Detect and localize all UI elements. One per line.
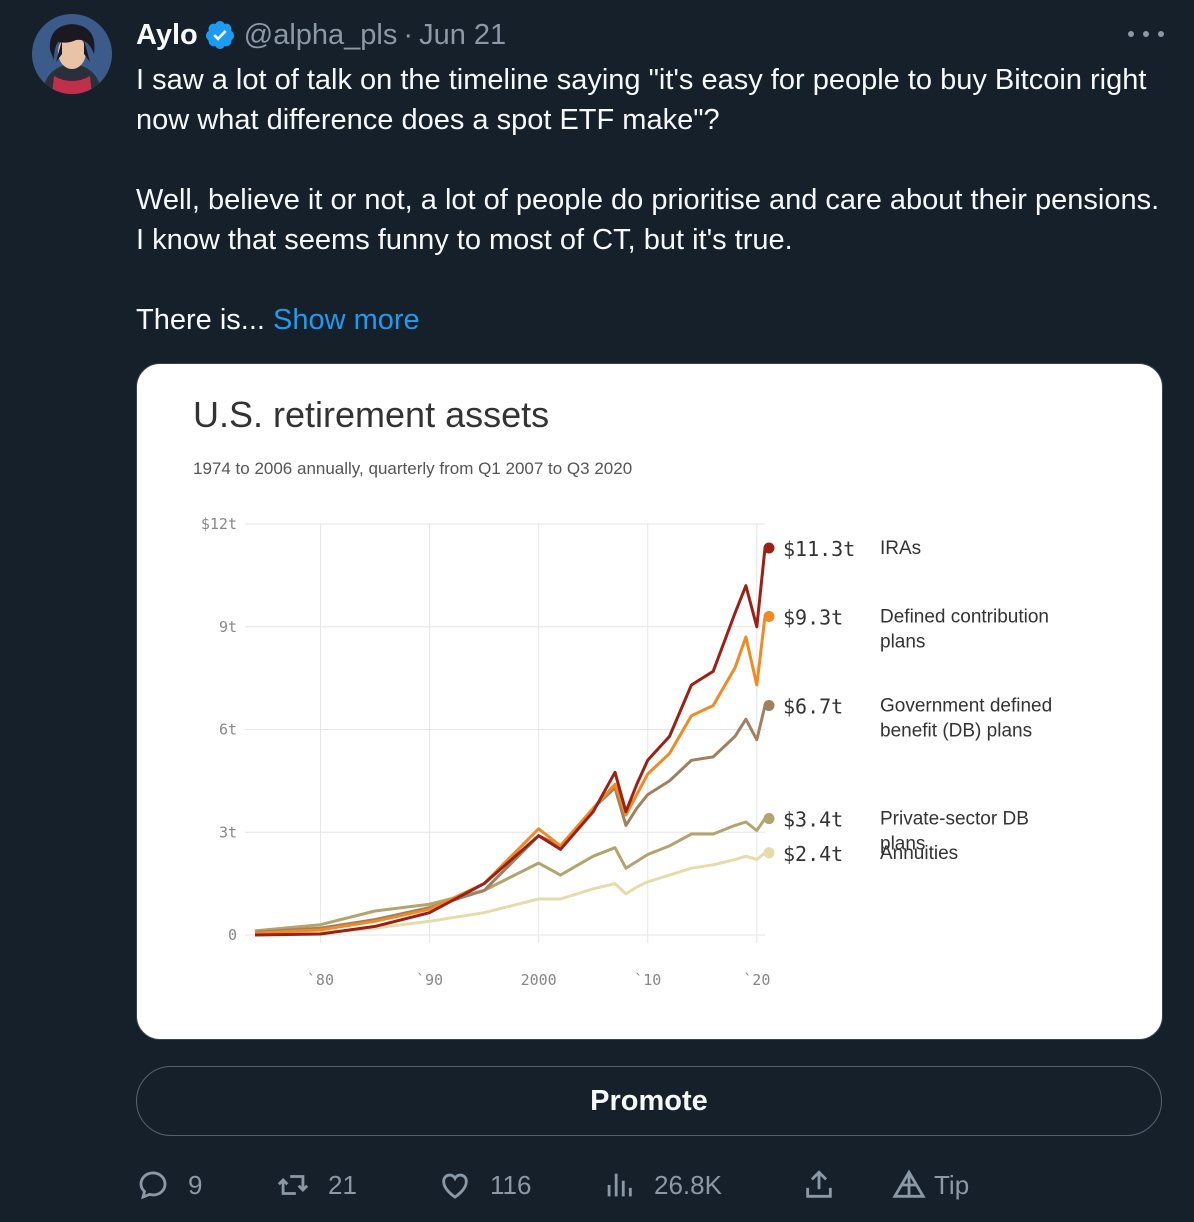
series-line — [254, 705, 767, 934]
y-tick-label: 3t — [219, 823, 237, 841]
promote-button[interactable]: Promote — [136, 1066, 1162, 1136]
tip-label: Tip — [934, 1169, 970, 1200]
show-more-link[interactable]: Show more — [273, 304, 420, 336]
series-end-value: $6.7t — [783, 695, 843, 719]
tip-button[interactable]: Tip — [892, 1160, 969, 1210]
share-button[interactable] — [802, 1160, 836, 1210]
series-end-marker — [763, 813, 775, 825]
series-end-marker — [763, 700, 775, 712]
author-avatar[interactable] — [32, 14, 112, 94]
view-count: 26.8K — [654, 1169, 722, 1200]
series-name-label: Private-sector DB — [880, 809, 1029, 830]
views-button[interactable]: 26.8K — [602, 1160, 722, 1210]
heart-icon — [442, 1173, 468, 1199]
tweet-paragraph-truncated: There is... Show more — [136, 300, 1166, 340]
series-line — [254, 616, 767, 935]
series-end-value: $3.4t — [783, 808, 843, 832]
header-separator: · — [403, 18, 414, 51]
series-name-label: Government defined — [880, 696, 1052, 717]
series-end-marker — [763, 847, 775, 859]
series-line — [254, 817, 767, 933]
tweet-paragraph: Well, believe it or not, a lot of people… — [136, 184, 1160, 256]
series-end-value: $9.3t — [783, 605, 843, 629]
repost-button[interactable]: 21 — [276, 1160, 357, 1210]
series-name-label: plans — [880, 631, 925, 652]
x-tick-label: `10 — [634, 971, 661, 989]
y-tick-label: 0 — [228, 926, 237, 944]
series-name-label: IRAs — [880, 538, 921, 559]
reply-icon — [139, 1171, 167, 1200]
x-tick-label: `90 — [416, 971, 443, 989]
series-name-label: plans — [880, 834, 925, 855]
tweet-paragraph: I saw a lot of talk on the timeline sayi… — [136, 64, 1147, 136]
share-icon — [806, 1170, 832, 1198]
series-end-value: $2.4t — [783, 842, 843, 866]
more-options-icon[interactable] — [1128, 22, 1164, 46]
reply-count: 9 — [188, 1169, 203, 1200]
series-name-label: Defined contribution — [880, 606, 1049, 627]
reply-button[interactable]: 9 — [136, 1160, 202, 1210]
x-tick-label: `80 — [307, 971, 334, 989]
series-end-value: $11.3t — [783, 537, 855, 561]
views-chart-icon — [607, 1173, 632, 1197]
series-end-marker — [763, 542, 775, 554]
author-handle[interactable]: @alpha_pls — [244, 19, 398, 52]
y-tick-label: 6t — [219, 721, 237, 739]
like-button[interactable]: 116 — [438, 1160, 531, 1210]
series-end-marker — [763, 610, 775, 622]
like-count: 116 — [490, 1169, 532, 1200]
y-tick-label: $12t — [201, 515, 237, 533]
tip-icon — [892, 1169, 926, 1198]
tweet-header: Aylo @alpha_pls · Jun 21 — [136, 16, 506, 54]
avatar-image — [32, 14, 112, 94]
verified-badge-icon — [205, 21, 234, 49]
retirement-assets-chart: $12t9t6t3t0`80 `90 2000 `10 `20$2.4t Annuitie… — [201, 515, 1052, 989]
media-card[interactable]: U.S. retirement assets 1974 to 2006 annu… — [136, 363, 1163, 1040]
x-tick-label: `20 — [743, 971, 770, 989]
truncated-text: There is... — [136, 304, 265, 336]
series-name-label: benefit (DB) plans — [880, 721, 1032, 742]
x-tick-label: 2000 — [521, 971, 557, 989]
repost-icon — [277, 1175, 309, 1195]
repost-count: 21 — [328, 1169, 357, 1200]
tweet-actions: 9 21 116 26.8K Tip — [136, 1160, 1166, 1210]
y-tick-label: 9t — [219, 618, 237, 636]
author-name[interactable]: Aylo — [136, 19, 198, 52]
tweet-date[interactable]: Jun 21 — [419, 19, 506, 52]
tweet-body: I saw a lot of talk on the timeline sayi… — [136, 60, 1166, 340]
